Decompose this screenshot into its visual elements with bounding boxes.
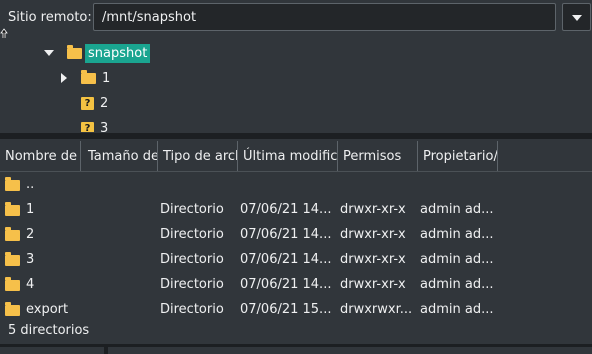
- folder-icon: [5, 252, 20, 266]
- file-type: Directorio: [160, 277, 224, 292]
- folder-icon: [5, 277, 20, 291]
- file-row[interactable]: 3 Directorio 07/06/21 14... drwxr-xr-x a…: [0, 247, 592, 272]
- file-modified: 07/06/21 14...: [240, 277, 332, 292]
- file-row-parent[interactable]: ..: [0, 172, 592, 197]
- file-name: 4: [26, 277, 35, 292]
- remote-directory-tree[interactable]: snapshot 1 ? 2 ? 3: [0, 38, 592, 132]
- file-modified: 07/06/21 14...: [240, 227, 332, 242]
- column-header-type[interactable]: Tipo de arch: [158, 141, 238, 171]
- folder-icon: [5, 227, 20, 241]
- folder-icon: [81, 69, 96, 84]
- file-type: Directorio: [160, 227, 224, 242]
- file-name: 1: [26, 202, 35, 217]
- file-owner: admin ad...: [420, 202, 494, 217]
- remote-path-input[interactable]: [93, 3, 556, 31]
- file-type: Directorio: [160, 202, 224, 217]
- tree-item-3[interactable]: ? 3: [81, 117, 108, 132]
- file-modified: 07/06/21 15...: [240, 302, 332, 317]
- file-permissions: drwxr-xr-x: [340, 252, 406, 267]
- file-owner: admin ad...: [420, 252, 494, 267]
- status-bar-segment: [108, 347, 592, 354]
- tree-item-label: 3: [100, 120, 109, 133]
- file-row[interactable]: 4 Directorio 07/06/21 14... drwxr-xr-x a…: [0, 272, 592, 297]
- status-bar-segment: [0, 347, 104, 354]
- file-type: Directorio: [160, 252, 224, 267]
- folder-icon: [5, 202, 20, 216]
- file-name: export: [26, 302, 69, 317]
- file-row[interactable]: export Directorio 07/06/21 15... drwxrwx…: [0, 297, 592, 322]
- file-permissions: drwxr-xr-x: [340, 202, 406, 217]
- column-header-permissions[interactable]: Permisos: [338, 141, 418, 171]
- collapse-arrow-icon[interactable]: [44, 50, 54, 56]
- file-owner: admin ad...: [420, 277, 494, 292]
- folder-icon: [67, 44, 82, 59]
- tree-item-label: 2: [100, 95, 109, 111]
- chevron-down-icon: [572, 15, 582, 21]
- unknown-folder-icon: ?: [81, 96, 94, 110]
- file-type: Directorio: [160, 302, 224, 317]
- file-name: 2: [26, 227, 35, 242]
- column-header-modified[interactable]: Última modifica: [238, 141, 338, 171]
- file-owner: admin ad...: [420, 227, 494, 242]
- file-modified: 07/06/21 14...: [240, 252, 332, 267]
- file-row[interactable]: 1 Directorio 07/06/21 14... drwxr-xr-x a…: [0, 197, 592, 222]
- unknown-folder-icon: ?: [81, 121, 94, 132]
- folder-icon: [5, 302, 20, 316]
- file-name: 3: [26, 252, 35, 267]
- tree-item-1[interactable]: 1: [61, 67, 110, 89]
- column-header-size[interactable]: Tamaño de: [83, 141, 158, 171]
- column-header-owner[interactable]: Propietario/: [418, 141, 498, 171]
- file-list-header: Nombre de Tamaño de Tipo de arch Última …: [0, 141, 592, 172]
- tree-item-snapshot[interactable]: snapshot: [44, 42, 151, 64]
- file-row[interactable]: 2 Directorio 07/06/21 14... drwxr-xr-x a…: [0, 222, 592, 247]
- file-modified: 07/06/21 14...: [240, 202, 332, 217]
- file-permissions: drwxr-xr-x: [340, 227, 406, 242]
- tree-item-label: 1: [102, 70, 111, 86]
- file-permissions: drwxrwxr...: [340, 302, 413, 317]
- file-name: ..: [26, 177, 35, 192]
- pane-splitter[interactable]: [0, 133, 592, 139]
- remote-site-label: Sitio remoto:: [8, 10, 92, 25]
- bottom-splitter[interactable]: [0, 344, 592, 354]
- remote-path-dropdown-button[interactable]: [562, 3, 591, 31]
- file-owner: admin ad...: [420, 302, 494, 317]
- status-text: 5 directorios: [8, 323, 90, 338]
- column-header-name[interactable]: Nombre de: [0, 141, 81, 171]
- tree-item-label: snapshot: [85, 43, 151, 63]
- tree-item-2[interactable]: ? 2: [81, 92, 108, 114]
- file-permissions: drwxr-xr-x: [340, 277, 406, 292]
- folder-icon: [5, 177, 20, 191]
- expand-arrow-icon[interactable]: [61, 73, 67, 83]
